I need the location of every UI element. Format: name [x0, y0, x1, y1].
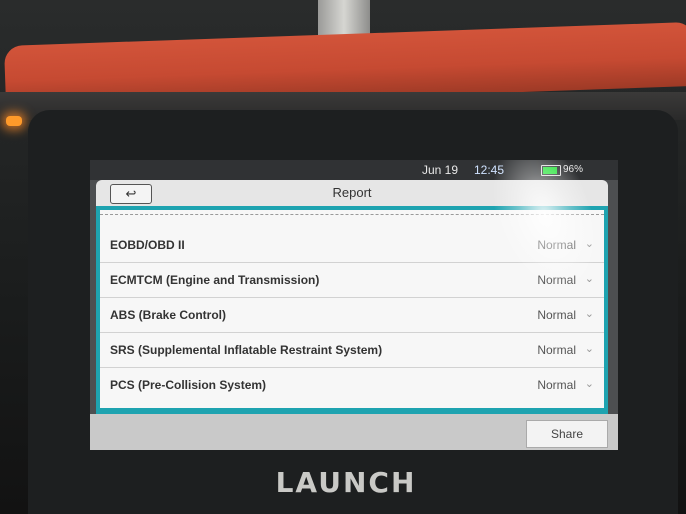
divider [100, 214, 604, 215]
title-bar: ↩ Report [96, 180, 608, 206]
chevron-down-icon[interactable]: ⌄ [585, 342, 594, 355]
brand-logo: LAUNCH [275, 466, 417, 499]
system-name: ECMTCM (Engine and Transmission) [110, 273, 320, 287]
system-status: Normal [537, 378, 576, 392]
chevron-down-icon[interactable]: ⌄ [585, 237, 594, 250]
report-row-eobd[interactable]: EOBD/OBD II Normal ⌄ [100, 228, 604, 263]
chevron-down-icon[interactable]: ⌄ [585, 307, 594, 320]
chevron-down-icon[interactable]: ⌄ [585, 377, 594, 390]
status-bar: Jun 19 12:45 96% [90, 160, 618, 180]
status-date: Jun 19 [422, 163, 459, 177]
system-name: EOBD/OBD II [110, 238, 185, 252]
report-row-abs[interactable]: ABS (Brake Control) Normal ⌄ [100, 298, 604, 333]
system-status: Normal [537, 238, 576, 252]
report-list[interactable]: EOBD/OBD II Normal ⌄ ECMTCM (Engine and … [100, 210, 604, 408]
system-name: PCS (Pre-Collision System) [110, 378, 267, 392]
status-time: 12:45 [474, 163, 505, 177]
system-status: Normal [537, 343, 576, 357]
system-name: ABS (Brake Control) [110, 308, 227, 322]
page-title: Report [332, 185, 372, 200]
system-status: Normal [537, 308, 576, 322]
device-screen: Jun 19 12:45 96% ↩ Report EOBD/OBD II No… [90, 160, 618, 450]
report-panel: EOBD/OBD II Normal ⌄ ECMTCM (Engine and … [96, 206, 608, 414]
report-row-pcs[interactable]: PCS (Pre-Collision System) Normal ⌄ [100, 368, 604, 402]
footer-bar: Share [90, 414, 618, 450]
battery-percent: 96% [563, 164, 584, 175]
system-status: Normal [537, 273, 576, 287]
battery-icon [541, 165, 561, 176]
report-row-ecmtcm[interactable]: ECMTCM (Engine and Transmission) Normal … [100, 263, 604, 298]
chevron-down-icon[interactable]: ⌄ [585, 272, 594, 285]
share-button[interactable]: Share [526, 420, 608, 448]
system-name: SRS (Supplemental Inflatable Restraint S… [110, 343, 383, 357]
power-led [6, 116, 22, 126]
report-row-srs[interactable]: SRS (Supplemental Inflatable Restraint S… [100, 333, 604, 368]
